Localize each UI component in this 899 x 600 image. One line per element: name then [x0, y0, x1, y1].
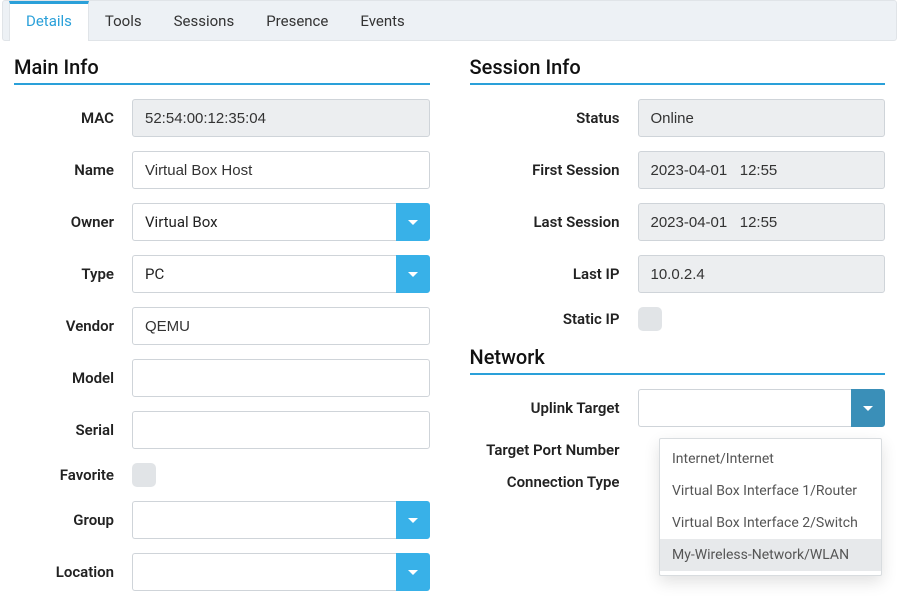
- name-field[interactable]: [132, 151, 430, 189]
- last-ip-field: [638, 255, 886, 293]
- tab-sessions[interactable]: Sessions: [158, 1, 251, 40]
- model-field[interactable]: [132, 359, 430, 397]
- location-label: Location: [14, 563, 114, 581]
- static-ip-checkbox[interactable]: [638, 307, 662, 331]
- uplink-target-button[interactable]: [851, 389, 885, 427]
- serial-field[interactable]: [132, 411, 430, 449]
- model-label: Model: [14, 369, 114, 387]
- vendor-label: Vendor: [14, 317, 114, 335]
- owner-select[interactable]: Virtual Box: [132, 203, 430, 241]
- tab-details[interactable]: Details: [9, 1, 89, 41]
- divider: [470, 83, 886, 85]
- type-label: Type: [14, 265, 114, 283]
- group-select-value: [132, 501, 396, 539]
- last-session-label: Last Session: [470, 213, 620, 231]
- tab-tools[interactable]: Tools: [89, 1, 158, 40]
- uplink-target-value: [638, 389, 852, 427]
- uplink-target-dropdown: Internet/Internet Virtual Box Interface …: [659, 438, 882, 576]
- uplink-option[interactable]: Virtual Box Interface 1/Router: [660, 475, 881, 507]
- main-info-title: Main Info: [14, 55, 430, 79]
- first-session-field: [638, 151, 886, 189]
- caret-down-icon: [863, 406, 873, 411]
- caret-down-icon: [408, 570, 418, 575]
- favorite-label: Favorite: [14, 466, 114, 484]
- mac-field: [132, 99, 430, 137]
- owner-select-button[interactable]: [396, 203, 430, 241]
- vendor-field[interactable]: [132, 307, 430, 345]
- group-label: Group: [14, 511, 114, 529]
- uplink-option[interactable]: Virtual Box Interface 2/Switch: [660, 507, 881, 539]
- caret-down-icon: [408, 272, 418, 277]
- owner-label: Owner: [14, 213, 114, 231]
- divider: [470, 373, 886, 375]
- name-label: Name: [14, 161, 114, 179]
- location-select[interactable]: [132, 553, 430, 591]
- last-session-field: [638, 203, 886, 241]
- tab-presence[interactable]: Presence: [250, 1, 344, 40]
- type-select-value: PC: [132, 255, 396, 293]
- uplink-option[interactable]: Internet/Internet: [660, 443, 881, 475]
- target-port-label: Target Port Number: [470, 441, 620, 459]
- type-select-button[interactable]: [396, 255, 430, 293]
- tab-events[interactable]: Events: [344, 1, 420, 40]
- serial-label: Serial: [14, 421, 114, 439]
- uplink-option[interactable]: My-Wireless-Network/WLAN: [660, 539, 881, 571]
- divider: [14, 83, 430, 85]
- first-session-label: First Session: [470, 161, 620, 179]
- location-select-button[interactable]: [396, 553, 430, 591]
- owner-select-value: Virtual Box: [132, 203, 396, 241]
- group-select[interactable]: [132, 501, 430, 539]
- tab-bar: Details Tools Sessions Presence Events: [2, 0, 897, 41]
- location-select-value: [132, 553, 396, 591]
- uplink-target-label: Uplink Target: [470, 399, 620, 417]
- status-label: Status: [470, 109, 620, 127]
- favorite-checkbox[interactable]: [132, 463, 156, 487]
- mac-label: MAC: [14, 109, 114, 127]
- connection-type-label: Connection Type: [470, 473, 620, 491]
- static-ip-label: Static IP: [470, 310, 620, 328]
- session-info-title: Session Info: [470, 55, 886, 79]
- main-info-section: Main Info MAC Name Owner Virtual Box: [14, 49, 430, 600]
- group-select-button[interactable]: [396, 501, 430, 539]
- last-ip-label: Last IP: [470, 265, 620, 283]
- caret-down-icon: [408, 220, 418, 225]
- status-field: [638, 99, 886, 137]
- type-select[interactable]: PC: [132, 255, 430, 293]
- caret-down-icon: [408, 518, 418, 523]
- uplink-target-select[interactable]: [638, 389, 886, 427]
- network-title: Network: [470, 345, 886, 369]
